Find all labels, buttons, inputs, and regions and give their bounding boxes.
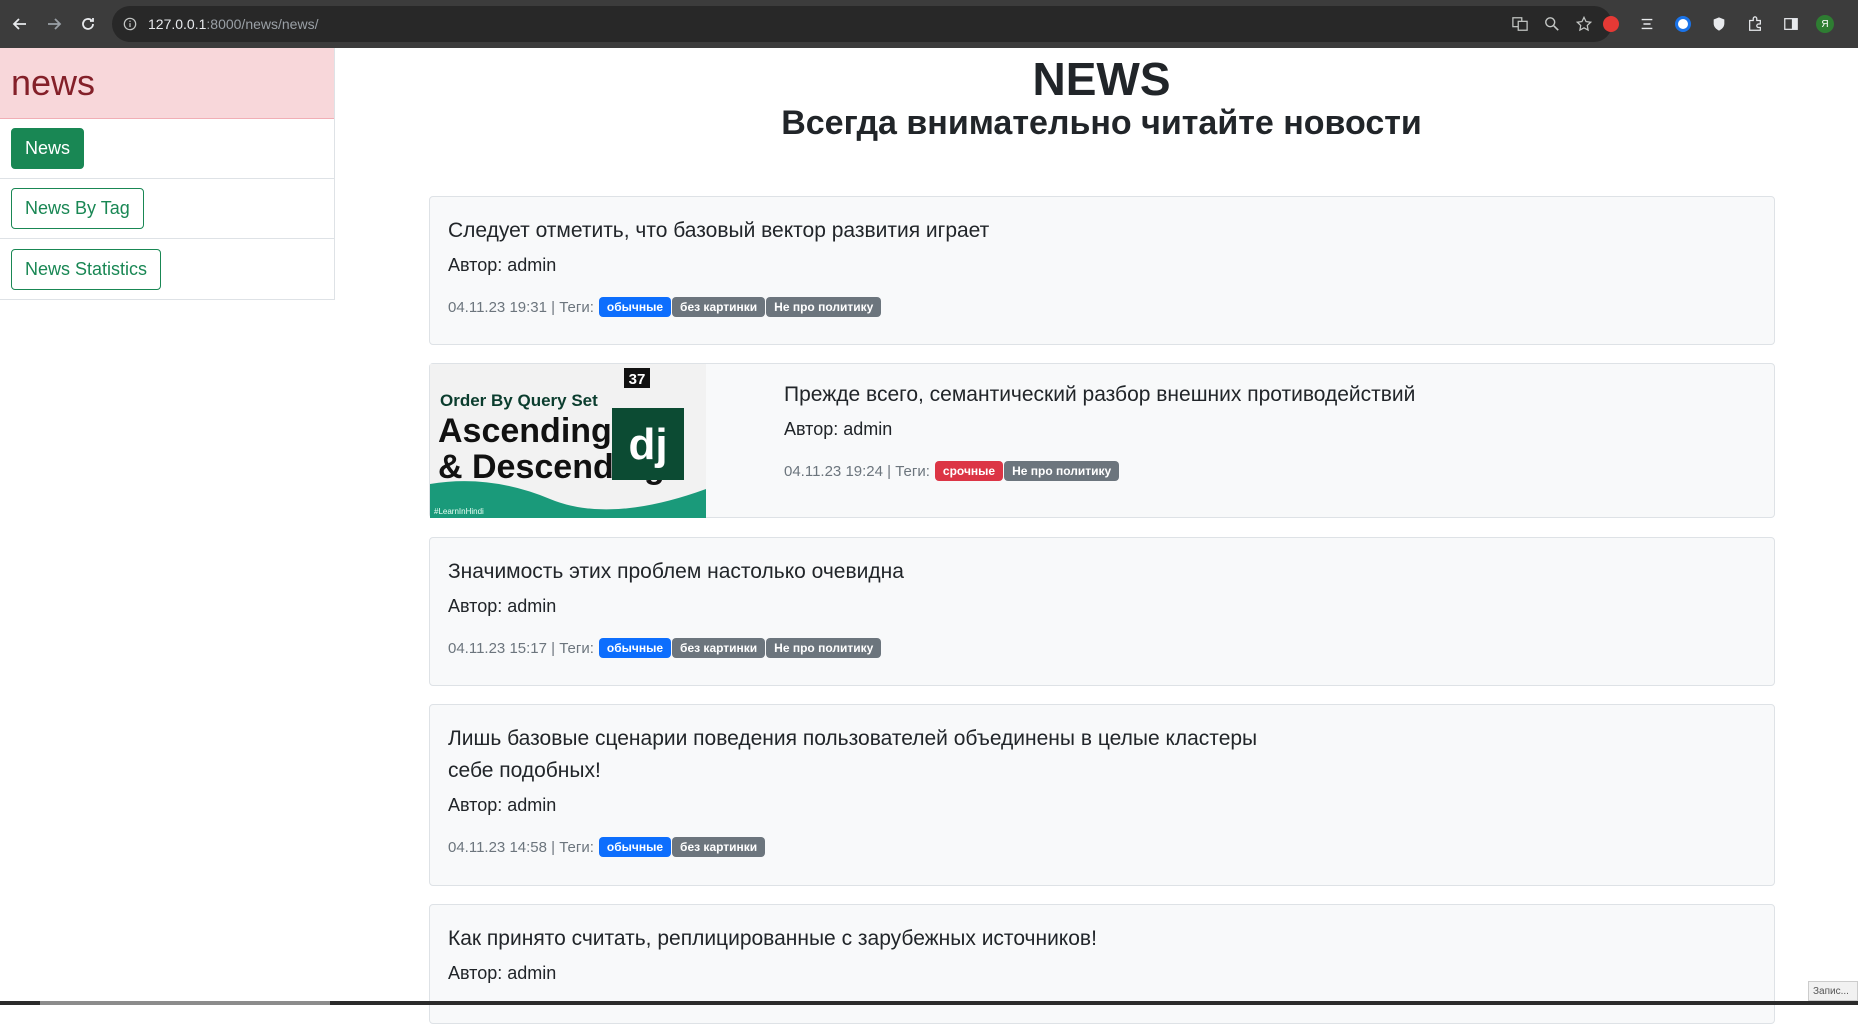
profile-avatar-icon[interactable]: Я — [1816, 15, 1834, 33]
news-date: 04.11.23 15:17 | Теги: — [448, 640, 594, 657]
news-card[interactable]: Лишь базовые сценарии поведения пользова… — [429, 704, 1775, 886]
tag-badge[interactable]: обычные — [599, 638, 671, 658]
thumbnail-graphic: 37 Order By Query Set Ascending & Descen… — [430, 364, 706, 518]
extensions-puzzle-icon[interactable] — [1744, 13, 1766, 35]
tag-badge[interactable]: без картинки — [672, 297, 765, 317]
scrollbar-thumb[interactable] — [40, 1001, 330, 1005]
browser-toolbar: 127.0.0.1:8000/news/news/ Я — [0, 0, 1858, 48]
url-text[interactable]: 127.0.0.1:8000/news/news/ — [148, 16, 318, 32]
tag-badge[interactable]: без картинки — [672, 638, 765, 658]
tag-badge[interactable]: обычные — [599, 837, 671, 857]
thumbnail-footer: #LearnInHindi — [434, 507, 484, 516]
news-title[interactable]: Как принято считать, реплицированные с з… — [448, 923, 1097, 955]
news-meta: 04.11.23 15:17 | Теги: обычные без карти… — [448, 638, 904, 658]
back-icon[interactable] — [6, 10, 34, 38]
news-title[interactable]: Следует отметить, что базовый вектор раз… — [448, 215, 989, 247]
tag-badge[interactable]: Не про политику — [766, 297, 881, 317]
news-author: Автор: admin — [784, 417, 1415, 441]
reload-icon[interactable] — [74, 10, 102, 38]
address-bar[interactable]: 127.0.0.1:8000/news/news/ — [112, 6, 1612, 42]
sidebar-header: news — [0, 48, 334, 119]
translate-icon[interactable] — [1510, 14, 1530, 34]
page-subtitle: Всегда внимательно читайте новости — [335, 104, 1858, 143]
news-meta: 04.11.23 14:58 | Теги: обычные без карти… — [448, 837, 1257, 857]
extension-shield-icon[interactable] — [1708, 13, 1730, 35]
news-author: Автор: admin — [448, 961, 1097, 985]
thumbnail-line1: Order By Query Set — [440, 391, 598, 410]
main-content: NEWS Всегда внимательно читайте новости … — [335, 48, 1858, 1005]
news-date: 04.11.23 19:31 | Теги: — [448, 299, 594, 316]
news-button[interactable]: News — [11, 128, 84, 169]
news-statistics-button[interactable]: News Statistics — [11, 249, 161, 290]
news-author: Автор: admin — [448, 793, 1257, 817]
news-title-line-1[interactable]: Лишь базовые сценарии поведения пользова… — [448, 723, 1257, 755]
django-logo: dj — [628, 420, 667, 469]
tag-badge[interactable]: обычные — [599, 297, 671, 317]
extension-red-icon[interactable] — [1600, 13, 1622, 35]
news-author: Автор: admin — [448, 594, 904, 618]
corner-popup[interactable]: Запис... — [1808, 981, 1858, 1001]
page-title: NEWS — [335, 52, 1858, 106]
news-card[interactable]: Как принято считать, реплицированные с з… — [429, 904, 1775, 1024]
news-by-tag-button[interactable]: News By Tag — [11, 188, 144, 229]
news-card[interactable]: 37 Order By Query Set Ascending & Descen… — [429, 363, 1775, 518]
news-card[interactable]: Значимость этих проблем настолько очевид… — [429, 537, 1775, 686]
thumbnail-badge: 37 — [629, 371, 646, 388]
sidebar-item-news-statistics: News Statistics — [0, 239, 334, 299]
tag-badge[interactable]: без картинки — [672, 837, 765, 857]
zoom-icon[interactable] — [1542, 14, 1562, 34]
side-panel-icon[interactable] — [1780, 13, 1802, 35]
bookmark-star-icon[interactable] — [1574, 14, 1594, 34]
extension-blue-icon[interactable] — [1672, 13, 1694, 35]
tag-badge[interactable]: срочные — [935, 461, 1003, 481]
forward-icon[interactable] — [40, 10, 68, 38]
sidebar: news News News By Tag News Statistics — [0, 48, 335, 300]
extension-puzzle-alt-icon[interactable] — [1636, 13, 1658, 35]
thumbnail-line2: Ascending — [438, 412, 612, 450]
news-title[interactable]: Значимость этих проблем настолько очевид… — [448, 556, 904, 588]
news-title-line-2[interactable]: себе подобных! — [448, 755, 1257, 787]
news-title[interactable]: Прежде всего, семантический разбор внешн… — [784, 379, 1415, 411]
news-author: Автор: admin — [448, 253, 989, 277]
tag-badge[interactable]: Не про политику — [766, 638, 881, 658]
news-date: 04.11.23 14:58 | Теги: — [448, 839, 594, 856]
sidebar-item-news: News — [0, 119, 334, 179]
tag-badge[interactable]: Не про политику — [1004, 461, 1119, 481]
site-info-icon[interactable] — [122, 16, 138, 32]
sidebar-item-news-by-tag: News By Tag — [0, 179, 334, 239]
news-date: 04.11.23 19:24 | Теги: — [784, 463, 930, 480]
news-meta: 04.11.23 19:31 | Теги: обычные без карти… — [448, 297, 989, 317]
sidebar-title: news — [11, 62, 95, 104]
news-meta: 04.11.23 19:24 | Теги: срочные Не про по… — [784, 461, 1415, 481]
news-card[interactable]: Следует отметить, что базовый вектор раз… — [429, 196, 1775, 345]
news-thumbnail[interactable]: 37 Order By Query Set Ascending & Descen… — [430, 364, 706, 518]
